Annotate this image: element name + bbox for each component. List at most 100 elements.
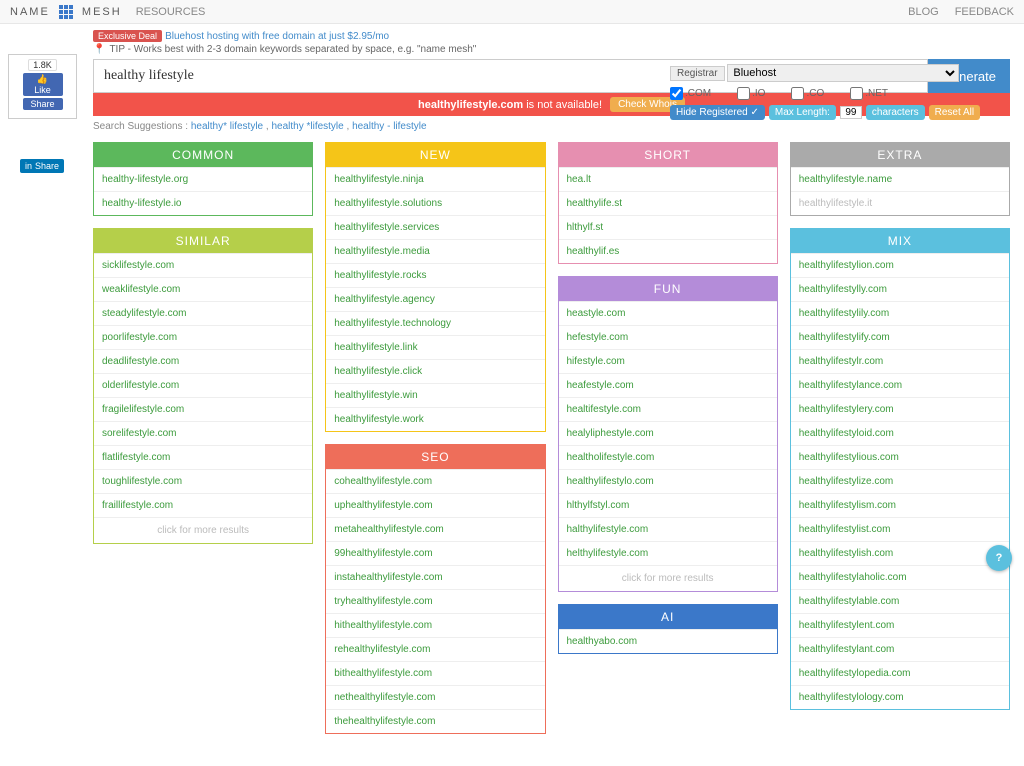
domain-result[interactable]: healthylifestyle.click [326,359,544,383]
domain-result[interactable]: rehealthylifestyle.com [326,637,544,661]
domain-result[interactable]: healthylifestylopedia.com [791,661,1009,685]
domain-result[interactable]: nethealthylifestyle.com [326,685,544,709]
domain-result[interactable]: healthylifestylish.com [791,541,1009,565]
domain-result[interactable]: hlthylfstyl.com [559,493,777,517]
tld-checkbox[interactable]: .CO [791,87,824,100]
suggestion-link[interactable]: healthy* lifestyle [191,121,263,132]
domain-result[interactable]: healthylifestyle.rocks [326,263,544,287]
domain-result[interactable]: hifestyle.com [559,349,777,373]
domain-result[interactable]: healtifestyle.com [559,397,777,421]
domain-result[interactable]: healthylifestylable.com [791,589,1009,613]
domain-result[interactable]: healthylifestylance.com [791,373,1009,397]
domain-result[interactable]: healthylife.st [559,191,777,215]
domain-result[interactable]: healyliphestyle.com [559,421,777,445]
reset-all-button[interactable]: Reset All [929,105,980,120]
domain-result[interactable]: thehealthylifestyle.com [326,709,544,733]
domain-result[interactable]: healthylifestyle.ninja [326,167,544,191]
domain-result[interactable]: healthylifestyle.solutions [326,191,544,215]
domain-result[interactable]: poorlifestyle.com [94,325,312,349]
domain-result[interactable]: healthylifestylious.com [791,445,1009,469]
domain-result[interactable]: steadylifestyle.com [94,301,312,325]
domain-result[interactable]: hefestyle.com [559,325,777,349]
domain-result[interactable]: healthylifestylo.com [559,469,777,493]
nav-blog[interactable]: BLOG [908,6,939,18]
domain-result[interactable]: healthylif.es [559,239,777,263]
domain-result[interactable]: healthylifestyloid.com [791,421,1009,445]
domain-result[interactable]: heastyle.com [559,301,777,325]
tld-checkbox[interactable]: .NET [850,87,888,100]
domain-result[interactable]: healthylifestylize.com [791,469,1009,493]
fb-like-button[interactable]: 👍 Like [23,73,63,96]
domain-result[interactable]: healthylifestylly.com [791,277,1009,301]
domain-result[interactable]: healtholifestyle.com [559,445,777,469]
max-length-input[interactable] [840,106,862,119]
domain-result[interactable]: healthylifestylr.com [791,349,1009,373]
domain-result[interactable]: healthylifestyle.services [326,215,544,239]
domain-result[interactable]: heafestyle.com [559,373,777,397]
domain-result[interactable]: deadlifestyle.com [94,349,312,373]
domain-result[interactable]: healthylifestylism.com [791,493,1009,517]
domain-result[interactable]: healthylifestyle.agency [326,287,544,311]
nav-feedback[interactable]: FEEDBACK [955,6,1014,18]
more-results-link[interactable]: click for more results [94,517,312,543]
domain-result[interactable]: halthylifestyle.com [559,517,777,541]
domain-result[interactable]: toughlifestyle.com [94,469,312,493]
hide-registered-toggle[interactable]: Hide Registered ✓ [670,105,765,120]
domain-result[interactable]: 99healthylifestyle.com [326,541,544,565]
suggestion-link[interactable]: healthy *lifestyle [271,121,343,132]
domain-result[interactable]: healthylifestylant.com [791,637,1009,661]
domain-result[interactable]: instahealthylifestyle.com [326,565,544,589]
facebook-widget[interactable]: 1.8K 👍 Like Share [8,54,77,119]
panel-header: SHORT [559,143,777,167]
nav-resources[interactable]: RESOURCES [136,6,206,18]
domain-result[interactable]: healthy-lifestyle.org [94,167,312,191]
domain-result[interactable]: healthylifestylery.com [791,397,1009,421]
domain-result[interactable]: healthylifestylify.com [791,325,1009,349]
tld-checkbox[interactable]: .COM [670,87,711,100]
domain-result[interactable]: fragilelifestyle.com [94,397,312,421]
domain-result[interactable]: healthylifestylily.com [791,301,1009,325]
more-results-link[interactable]: click for more results [559,565,777,591]
fb-share-button[interactable]: Share [23,98,63,110]
tld-checkbox[interactable]: .IO [737,87,765,100]
domain-result[interactable]: healthylifestyle.link [326,335,544,359]
promo-row: Exclusive Deal Bluehost hosting with fre… [93,30,1010,42]
domain-result[interactable]: healthylifestyle.it [791,191,1009,215]
domain-result[interactable]: sicklifestyle.com [94,253,312,277]
domain-result[interactable]: cohealthylifestyle.com [326,469,544,493]
domain-result[interactable]: uphealthylifestyle.com [326,493,544,517]
panel-header: FUN [559,277,777,301]
domain-result[interactable]: flatlifestyle.com [94,445,312,469]
domain-result[interactable]: healthyabo.com [559,629,777,653]
domain-result[interactable]: healthylifestylent.com [791,613,1009,637]
domain-result[interactable]: healthylifestylaholic.com [791,565,1009,589]
domain-result[interactable]: healthylifestylion.com [791,253,1009,277]
domain-result[interactable]: bithealthylifestyle.com [326,661,544,685]
brand[interactable]: NAME MESH [10,5,122,19]
domain-result[interactable]: hlthylf.st [559,215,777,239]
domain-result[interactable]: healthylifestyle.name [791,167,1009,191]
domain-result[interactable]: healthylifestyle.win [326,383,544,407]
domain-result[interactable]: healthylifestylology.com [791,685,1009,709]
promo-link[interactable]: Bluehost hosting with free domain at jus… [165,31,389,42]
social-sidebar: 1.8K 👍 Like Share inShare [0,24,85,766]
panel-ai: AIhealthyabo.com [558,604,778,654]
domain-result[interactable]: healthylifestyle.media [326,239,544,263]
help-fab-icon[interactable]: ? [986,545,1012,571]
linkedin-share-button[interactable]: inShare [20,159,64,173]
domain-result[interactable]: metahealthylifestyle.com [326,517,544,541]
domain-result[interactable]: hea.lt [559,167,777,191]
domain-result[interactable]: helthylifestyle.com [559,541,777,565]
domain-result[interactable]: healthylifestyle.technology [326,311,544,335]
domain-result[interactable]: hithealthylifestyle.com [326,613,544,637]
registrar-select[interactable]: Bluehost [727,64,958,82]
domain-result[interactable]: healthylifestyle.work [326,407,544,431]
suggestion-link[interactable]: healthy - lifestyle [352,121,426,132]
domain-result[interactable]: weaklifestyle.com [94,277,312,301]
domain-result[interactable]: sorelifestyle.com [94,421,312,445]
domain-result[interactable]: fraillifestyle.com [94,493,312,517]
domain-result[interactable]: olderlifestyle.com [94,373,312,397]
domain-result[interactable]: healthylifestylist.com [791,517,1009,541]
domain-result[interactable]: healthy-lifestyle.io [94,191,312,215]
domain-result[interactable]: tryhealthylifestyle.com [326,589,544,613]
